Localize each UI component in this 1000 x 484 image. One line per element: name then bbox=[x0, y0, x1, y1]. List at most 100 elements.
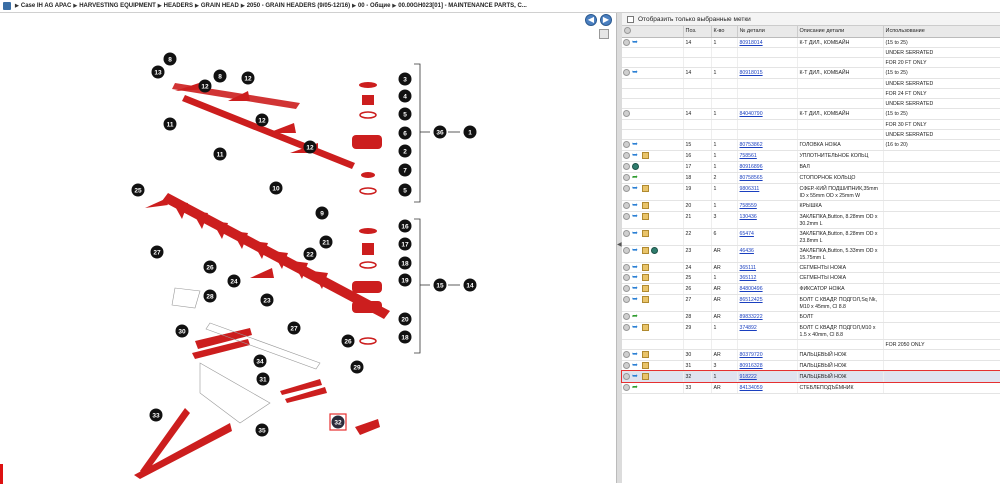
callout-label[interactable]: 20 bbox=[401, 316, 409, 323]
package-icon[interactable] bbox=[642, 201, 649, 209]
link-arrow-icon[interactable]: ➥ bbox=[632, 274, 640, 281]
callout-label[interactable]: 3 bbox=[403, 76, 407, 83]
part-number-link[interactable]: 130436 bbox=[740, 214, 757, 220]
callout-label[interactable]: 12 bbox=[258, 117, 266, 124]
callout-label[interactable]: 12 bbox=[244, 75, 252, 82]
callout-label[interactable]: 21 bbox=[322, 239, 330, 246]
info-icon[interactable] bbox=[623, 152, 630, 159]
part-number-link[interactable]: 758561 bbox=[740, 153, 757, 159]
table-row[interactable]: UNDER SERRATED bbox=[622, 98, 1000, 110]
callout-label[interactable]: 8 bbox=[218, 73, 222, 80]
info-icon[interactable] bbox=[623, 383, 630, 391]
callout-label[interactable]: 12 bbox=[201, 83, 209, 90]
gear-icon[interactable] bbox=[651, 246, 658, 254]
link-arrow-icon[interactable]: ➥ bbox=[632, 247, 640, 254]
callout-label[interactable]: 17 bbox=[401, 241, 409, 248]
table-row[interactable]: ➥ 24 AR 365111 СЕГМЕНТЫ НОЖА bbox=[622, 262, 1000, 274]
table-row[interactable]: UNDER SERRATED bbox=[622, 47, 1000, 59]
callout-label[interactable]: 16 bbox=[401, 223, 409, 230]
package-icon[interactable] bbox=[642, 372, 649, 380]
filter-row[interactable]: Отобразить только выбранные метки bbox=[622, 13, 1000, 26]
part-number-link[interactable]: 80918015 bbox=[740, 70, 763, 76]
table-row[interactable]: ➥ 21 3 130436 ЗАКЛЕПКА,Button, 8.28mm OD x 3… bbox=[622, 211, 1000, 229]
part-number-link[interactable]: 84800496 bbox=[740, 286, 763, 292]
table-row[interactable]: ➥ 27 AR 86512425 БОЛТ С КВАДР. ПОДГОЛ,Sq Nk,… bbox=[622, 294, 1000, 313]
table-row[interactable]: ➥ 20 1 758559 КРЫШКА bbox=[622, 200, 1000, 212]
callout-label[interactable]: 5 bbox=[403, 111, 407, 118]
forward-arrow-icon[interactable]: ▶ bbox=[600, 14, 612, 26]
selected-marks-checkbox[interactable] bbox=[627, 15, 634, 23]
table-row[interactable]: ➥ 16 1 758561 УПЛОТНИТЕЛЬНОЕ КОЛЬЦ bbox=[622, 150, 1000, 162]
callout-label[interactable]: 34 bbox=[256, 358, 264, 365]
package-icon[interactable] bbox=[642, 212, 649, 220]
callout-label[interactable]: 30 bbox=[178, 328, 186, 335]
part-number-link[interactable]: 374892 bbox=[740, 325, 757, 331]
info-icon[interactable] bbox=[623, 313, 630, 321]
info-icon[interactable] bbox=[623, 263, 630, 271]
callout-label[interactable]: 10 bbox=[272, 185, 280, 192]
callout-label[interactable]: 18 bbox=[401, 334, 409, 341]
link-arrow-icon[interactable]: ➥ bbox=[632, 264, 640, 271]
table-row[interactable]: ➥ 30 AR 80379720 ПАЛЬЦЕВЫЙ НОЖ bbox=[622, 349, 1000, 361]
callout-label[interactable]: 4 bbox=[403, 93, 407, 100]
callout-label[interactable]: 13 bbox=[154, 69, 162, 76]
package-icon[interactable] bbox=[642, 324, 649, 331]
package-icon[interactable] bbox=[642, 361, 649, 369]
info-icon[interactable] bbox=[623, 324, 630, 331]
package-icon[interactable] bbox=[642, 152, 649, 159]
callout-label[interactable]: 28 bbox=[206, 293, 214, 300]
link-arrow-icon[interactable]: ➥ bbox=[632, 202, 640, 209]
callout-label[interactable]: 27 bbox=[290, 325, 298, 332]
callout-label[interactable]: 26 bbox=[344, 338, 352, 345]
settings-icon[interactable] bbox=[624, 26, 631, 34]
link-arrow-icon[interactable]: ➥ bbox=[632, 296, 640, 303]
table-row[interactable]: 14 1 84040790 К-Т ДИЛ., КОМБАЙН (15 to 25) bbox=[622, 108, 1000, 121]
part-number-link[interactable]: 80758565 bbox=[740, 175, 763, 181]
home-icon[interactable] bbox=[3, 2, 11, 10]
package-icon[interactable] bbox=[642, 351, 649, 358]
link-arrow-icon[interactable]: ➥ bbox=[632, 230, 640, 237]
callout-label[interactable]: 36 bbox=[436, 129, 444, 136]
table-row[interactable]: ➥ 29 1 374892 БОЛТ С КВАДР. ПОДГОЛ,M10 x 1.5… bbox=[622, 322, 1000, 340]
callout-label[interactable]: 22 bbox=[306, 251, 314, 258]
table-row[interactable]: ➥ 25 1 365112 СЕГМЕНТЫ НОЖА bbox=[622, 272, 1000, 285]
link-arrow-icon[interactable]: ➥ bbox=[632, 324, 640, 331]
part-number-link[interactable]: 80916896 bbox=[740, 164, 763, 170]
breadcrumb-item[interactable]: HARVESTING EQUIPMENT bbox=[79, 3, 156, 9]
link-arrow-icon[interactable]: ➥ bbox=[632, 141, 640, 148]
part-number-link[interactable]: 65474 bbox=[740, 231, 754, 237]
info-icon[interactable] bbox=[623, 173, 630, 181]
table-row[interactable]: ➥ 22 6 65474 ЗАКЛЕПКА,Button, 8.28mm OD x 23… bbox=[622, 228, 1000, 246]
callout-label[interactable]: 11 bbox=[167, 121, 174, 128]
callout-label[interactable]: 14 bbox=[466, 282, 474, 289]
info-icon[interactable] bbox=[623, 38, 630, 46]
table-row[interactable]: ➥ 31 3 80916328 ПАЛЬЦЕВЫЙ НОЖ bbox=[622, 360, 1000, 372]
callout-label[interactable]: 35 bbox=[258, 427, 266, 434]
info-icon[interactable] bbox=[623, 162, 630, 170]
part-number-link[interactable]: 758559 bbox=[740, 203, 757, 209]
part-number-link[interactable]: 365112 bbox=[740, 275, 757, 281]
callout-label[interactable]: 6 bbox=[403, 130, 407, 137]
table-row[interactable]: ➥ 14 1 80918015 К-Т ДИЛ., КОМБАЙН (15 to 25) bbox=[622, 67, 1000, 80]
callout-label[interactable]: 18 bbox=[401, 260, 409, 267]
green-arrow-icon[interactable]: ➦ bbox=[632, 313, 639, 320]
breadcrumb-item[interactable]: GRAIN HEAD bbox=[201, 3, 239, 9]
table-row[interactable]: 17 1 80916896 ВАЛ bbox=[622, 161, 1000, 173]
info-icon[interactable] bbox=[623, 201, 630, 209]
callout-label[interactable]: 26 bbox=[206, 264, 214, 271]
info-icon[interactable] bbox=[623, 296, 630, 304]
package-icon[interactable] bbox=[642, 246, 649, 254]
breadcrumb-item[interactable]: Case IH AG APAC bbox=[21, 3, 71, 9]
part-number-link[interactable]: 918222 bbox=[740, 374, 757, 380]
link-arrow-icon[interactable]: ➥ bbox=[632, 285, 640, 292]
info-icon[interactable] bbox=[623, 110, 630, 118]
table-row[interactable]: ➥ 14 1 80918014 К-Т ДИЛ., КОМБАЙН (15 to 25) bbox=[622, 37, 1000, 49]
package-icon[interactable] bbox=[642, 274, 649, 282]
part-number-link[interactable]: 365111 bbox=[740, 265, 757, 271]
info-icon[interactable] bbox=[623, 141, 630, 149]
callout-label[interactable]: 1 bbox=[468, 129, 472, 136]
part-number-link[interactable]: 9806311 bbox=[740, 186, 760, 192]
gear-icon[interactable] bbox=[632, 162, 639, 170]
zoom-icon[interactable] bbox=[599, 29, 609, 39]
breadcrumb-item[interactable]: 2050 - GRAIN HEADERS (9/05-12/16) bbox=[247, 3, 350, 9]
